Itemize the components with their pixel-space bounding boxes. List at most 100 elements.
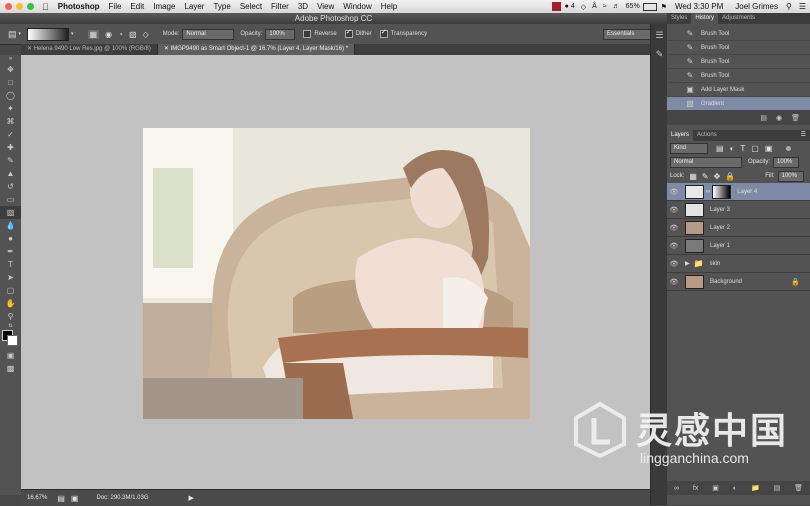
bluetooth-icon[interactable]: Å [592, 3, 597, 10]
new-group-icon[interactable]: 📁 [751, 484, 760, 492]
lock-image-icon[interactable]: ✎ [702, 172, 709, 181]
history-step[interactable]: ✎ Brush Tool [667, 41, 810, 55]
angle-gradient-icon[interactable]: ◔ [118, 30, 123, 39]
layer-opacity-input[interactable]: 100% [773, 156, 800, 168]
tab-actions[interactable]: Actions [693, 130, 721, 141]
layer-row[interactable]: 👁 Layer 2 [667, 219, 810, 237]
type-tool-icon[interactable]: T [0, 258, 21, 271]
dodge-tool-icon[interactable]: ● [0, 232, 21, 245]
filter-smart-object-icon[interactable]: ▣ [765, 144, 773, 153]
move-tool-icon[interactable]: ✥ [0, 63, 21, 76]
add-mask-icon[interactable]: ▣ [712, 484, 719, 492]
document-tab-helena[interactable]: ✕ Helena 9490 Low Res.jpg @ 100% (RGB/8) [21, 44, 158, 55]
minimize-window-button[interactable] [16, 3, 23, 10]
layer-style-icon[interactable]: fx [693, 485, 698, 492]
zoom-tool-icon[interactable]: ⚲ [0, 310, 21, 323]
layer-filter-select[interactable]: Kind [670, 142, 708, 154]
eye-icon[interactable]: 👁 [667, 206, 681, 214]
close-tab-icon[interactable]: ✕ [164, 46, 169, 52]
eye-icon[interactable]: 👁 [667, 278, 681, 286]
layer-row[interactable]: 👁 Background 🔒 [667, 273, 810, 291]
filter-shape-icon[interactable]: ▢ [751, 144, 759, 153]
background-color-swatch[interactable] [7, 335, 18, 346]
menu-photoshop[interactable]: Photoshop [58, 2, 100, 11]
eye-icon[interactable]: 👁 [667, 224, 681, 232]
volume-icon[interactable]: ♬ [613, 3, 620, 10]
spotlight-search-icon[interactable]: ⚲ [786, 2, 792, 11]
fill-input[interactable]: 100% [777, 170, 804, 182]
tool-preset-chevron-icon[interactable]: ▾ [19, 31, 22, 37]
mode-select[interactable]: Normal [182, 28, 235, 40]
delete-state-icon[interactable]: 🗑 [791, 114, 800, 122]
menu-filter[interactable]: Filter [271, 2, 289, 11]
history-step[interactable]: ▣ Add Layer Mask [667, 83, 810, 97]
eye-icon[interactable]: 👁 [667, 242, 681, 250]
history-step[interactable]: ✎ Brush Tool [667, 69, 810, 83]
brush-presets-panel-icon[interactable]: ✎ [651, 49, 668, 60]
lock-transparent-icon[interactable]: ▦ [689, 172, 697, 181]
marquee-tool-icon[interactable]: □ [0, 76, 21, 89]
close-window-button[interactable] [5, 3, 12, 10]
blend-mode-select[interactable]: Normal [670, 156, 742, 168]
app-status-icon[interactable] [551, 2, 561, 11]
quick-mask-icon[interactable]: ▣ [0, 349, 21, 362]
gradient-picker-chevron-icon[interactable]: ▾ [71, 31, 74, 37]
status-menu-arrow-icon[interactable]: ▶ [189, 494, 194, 502]
filter-toggle-icon[interactable] [786, 145, 792, 151]
eye-icon[interactable]: 👁 [667, 188, 681, 196]
new-document-from-state-icon[interactable]: ▤ [760, 114, 767, 122]
linear-gradient-icon[interactable]: ▦ [87, 29, 100, 39]
menu-window[interactable]: Window [343, 2, 371, 11]
pen-tool-icon[interactable]: ✒ [0, 245, 21, 258]
zoom-level[interactable]: 16.67% [27, 495, 47, 501]
screen-mode-icon[interactable]: ▩ [0, 362, 21, 375]
battery-icon[interactable] [642, 2, 657, 11]
panel-menu-icon[interactable]: ☰ [801, 130, 810, 141]
history-panel-icon[interactable]: ☰ [651, 30, 668, 41]
layer-row[interactable]: 👁 Layer 3 [667, 201, 810, 219]
menu-edit[interactable]: Edit [130, 2, 144, 11]
eraser-tool-icon[interactable]: ▭ [0, 193, 21, 206]
quick-select-tool-icon[interactable]: ✦ [0, 102, 21, 115]
notification-center-icon[interactable]: ☰ [799, 2, 806, 11]
new-snapshot-icon[interactable]: ◉ [776, 114, 782, 122]
menu-file[interactable]: File [109, 2, 122, 11]
history-step-selected[interactable]: ▧ Gradient [667, 97, 810, 111]
lasso-tool-icon[interactable]: ◯ [0, 89, 21, 102]
info-icon[interactable]: ▣ [71, 494, 79, 503]
tool-preset-icon[interactable]: ▤ [8, 29, 17, 40]
share-icon[interactable]: ▤ [57, 494, 65, 503]
clone-stamp-tool-icon[interactable]: ▲ [0, 167, 21, 180]
history-brush-tool-icon[interactable]: ↺ [0, 180, 21, 193]
lock-position-icon[interactable]: ✥ [714, 172, 721, 181]
layer-row[interactable]: 👁 Layer 1 [667, 237, 810, 255]
menu-select[interactable]: Select [240, 2, 262, 11]
layer-group-row[interactable]: 👁 ▶ 📁 skin [667, 255, 810, 273]
radial-gradient-icon[interactable]: ◉ [105, 30, 112, 39]
document-tab-imgp9490[interactable]: ✕ IMGP9490 as Smart Object-1 @ 16.7% (La… [157, 44, 356, 55]
menu-3d[interactable]: 3D [298, 2, 308, 11]
filter-adjustment-icon[interactable]: ◐ [730, 144, 735, 153]
close-tab-icon[interactable]: ✕ [27, 46, 32, 52]
filter-type-icon[interactable]: T [740, 144, 745, 153]
blur-tool-icon[interactable]: 💧 [0, 219, 21, 232]
zoom-window-button[interactable] [27, 3, 34, 10]
eyedropper-tool-icon[interactable]: ✓ [0, 128, 21, 141]
menu-layer[interactable]: Layer [184, 2, 204, 11]
tab-history[interactable]: History [691, 13, 719, 24]
delete-layer-icon[interactable]: 🗑 [794, 484, 803, 492]
chain-link-icon[interactable]: ∞ [706, 189, 710, 195]
document-image[interactable] [143, 128, 530, 419]
opacity-input[interactable]: 100% [265, 28, 296, 40]
dropbox-icon[interactable]: ◇ [581, 3, 586, 11]
history-step[interactable]: ✎ Brush Tool [667, 27, 810, 41]
brush-tool-icon[interactable]: ✎ [0, 154, 21, 167]
tab-adjustments[interactable]: Adjustments [718, 13, 759, 24]
tab-layers[interactable]: Layers [667, 130, 694, 141]
menu-view[interactable]: View [317, 2, 334, 11]
eye-icon[interactable]: 👁 [667, 260, 681, 268]
link-layers-icon[interactable]: ∞ [674, 485, 679, 492]
notification-icon[interactable]: ● [565, 3, 569, 10]
menu-help[interactable]: Help [381, 2, 397, 11]
new-layer-icon[interactable]: ▤ [774, 484, 781, 492]
